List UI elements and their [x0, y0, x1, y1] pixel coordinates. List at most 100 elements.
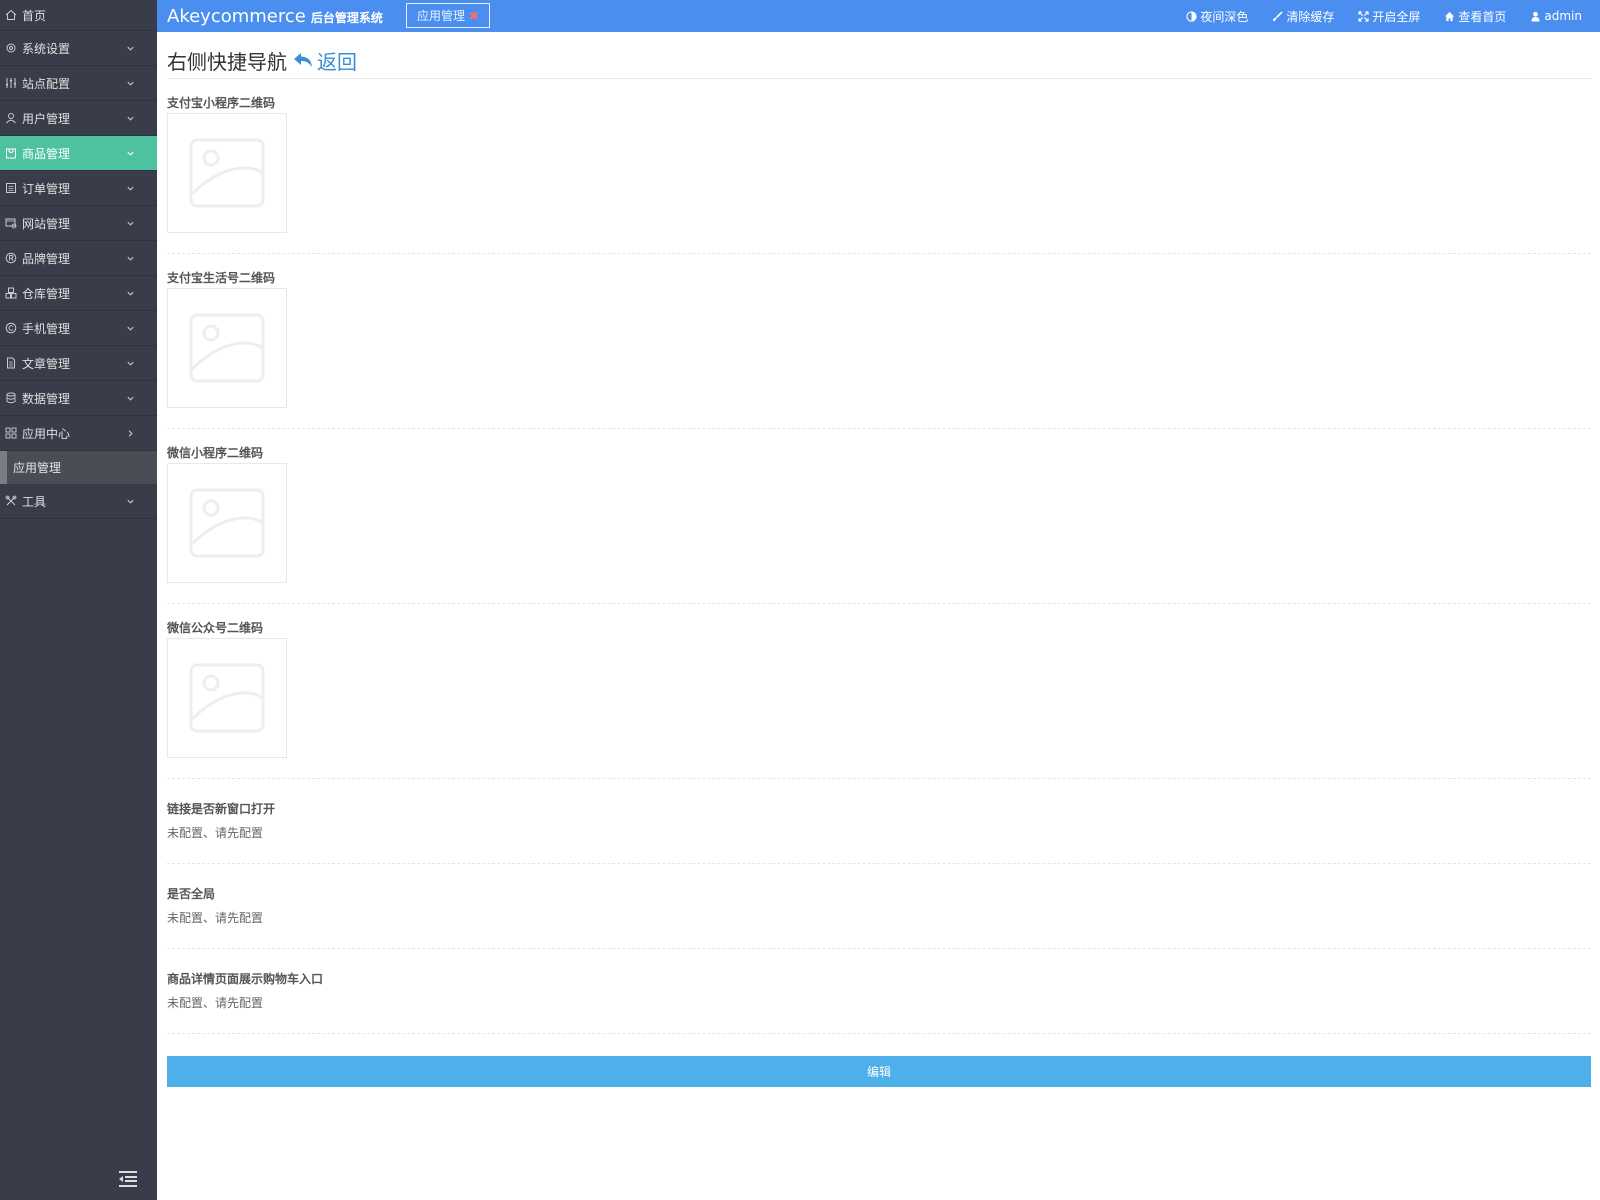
field-alipay-mini-qr: 支付宝小程序二维码 — [167, 79, 1591, 254]
home-icon — [4, 8, 18, 22]
sidebar-item-article-management[interactable]: 文章管理 — [0, 346, 157, 381]
sidebar-item-label: 仓库管理 — [22, 286, 71, 301]
field-label: 微信公众号二维码 — [167, 621, 264, 635]
sidebar-item-label: 首页 — [22, 8, 47, 23]
qr-image-placeholder — [167, 113, 287, 233]
brand-name: Akeycommerce — [167, 5, 306, 27]
view-home-button[interactable]: 查看首页 — [1444, 8, 1506, 25]
edit-button[interactable]: 编辑 — [167, 1056, 1591, 1087]
sidebar-item-label: 手机管理 — [22, 321, 71, 336]
chevron-down-icon — [125, 393, 135, 403]
expand-icon — [1358, 10, 1370, 22]
sidebar-item-brand-management[interactable]: 品牌管理 — [0, 241, 157, 276]
chevron-down-icon — [125, 148, 135, 158]
chevron-down-icon — [125, 288, 135, 298]
field-label: 支付宝生活号二维码 — [167, 271, 276, 285]
field-wechat-mini-qr: 微信小程序二维码 — [167, 429, 1591, 604]
sidebar-item-data-management[interactable]: 数据管理 — [0, 381, 157, 416]
close-icon[interactable]: ✖ — [469, 9, 479, 23]
sidebar-item-website-management[interactable]: 网站管理 — [0, 206, 157, 241]
sidebar-item-user-management[interactable]: 用户管理 — [0, 101, 157, 136]
registered-icon — [4, 251, 18, 265]
field-label: 链接是否新窗口打开 — [167, 802, 276, 816]
user-icon — [1531, 11, 1541, 22]
sidebar-item-label: 用户管理 — [22, 111, 71, 126]
sidebar-item-label: 商品管理 — [22, 146, 71, 161]
sidebar-item-label: 工具 — [22, 494, 47, 509]
brush-icon — [1273, 10, 1284, 21]
sidebar-item-label: 订单管理 — [22, 181, 71, 196]
open-tab-app-management[interactable]: 应用管理 ✖ — [406, 3, 491, 28]
brand-logo: Akeycommerce 后台管理系统 — [167, 6, 383, 27]
grid-icon — [4, 426, 18, 440]
chevron-down-icon — [125, 496, 135, 506]
chevron-down-icon — [125, 78, 135, 88]
chevron-down-icon — [125, 253, 135, 263]
field-open-new-window: 链接是否新窗口打开 未配置、请先配置 — [167, 779, 1591, 864]
field-label: 商品详情页面展示购物车入口 — [167, 972, 324, 986]
list-icon — [4, 181, 18, 195]
fullscreen-button[interactable]: 开启全屏 — [1358, 8, 1420, 25]
qr-image-placeholder — [167, 288, 287, 408]
bag-icon — [4, 146, 18, 160]
image-placeholder-icon — [189, 313, 265, 383]
user-icon — [4, 111, 18, 125]
night-mode-label: 夜间深色 — [1200, 9, 1249, 24]
back-label: 返回 — [317, 49, 357, 74]
chevron-down-icon — [125, 113, 135, 123]
chevron-down-icon — [125, 323, 135, 333]
clear-cache-button[interactable]: 清除缓存 — [1272, 8, 1334, 25]
field-label: 支付宝小程序二维码 — [167, 96, 276, 110]
field-label: 微信小程序二维码 — [167, 446, 264, 460]
browser-icon — [4, 216, 18, 230]
qr-image-placeholder — [167, 463, 287, 583]
page-title: 右侧快捷导航 — [167, 49, 287, 74]
field-label: 是否全局 — [167, 887, 216, 901]
file-icon — [4, 356, 18, 370]
chevron-right-icon — [125, 428, 135, 438]
sidebar: 首页 系统设置 站点配置 用户管理 商品管理 订单管理 网站管理 品牌管理 仓库… — [0, 0, 157, 1200]
sidebar-subitem-app-management[interactable]: 应用管理 — [0, 451, 157, 484]
sidebar-item-label: 应用中心 — [22, 426, 71, 441]
sidebar-item-label: 网站管理 — [22, 216, 71, 231]
tools-icon — [4, 494, 18, 508]
copyright-icon — [4, 321, 18, 335]
main-content: 右侧快捷导航 返回 支付宝小程序二维码 支付宝生活号二维码 微信小程序二维码 微… — [167, 32, 1591, 1087]
field-is-global: 是否全局 未配置、请先配置 — [167, 864, 1591, 949]
database-icon — [4, 391, 18, 405]
chevron-down-icon — [125, 358, 135, 368]
qr-image-placeholder — [167, 638, 287, 758]
reply-icon — [294, 53, 312, 67]
sidebar-item-tools[interactable]: 工具 — [0, 484, 157, 519]
brand-subtitle: 后台管理系统 — [310, 10, 383, 25]
sidebar-item-product-management[interactable]: 商品管理 — [0, 136, 157, 171]
chevron-down-icon — [125, 43, 135, 53]
gear-icon — [4, 41, 18, 55]
sidebar-item-app-center[interactable]: 应用中心 — [0, 416, 157, 451]
sidebar-item-mobile-management[interactable]: 手机管理 — [0, 311, 157, 346]
sidebar-item-site-config[interactable]: 站点配置 — [0, 66, 157, 101]
sidebar-item-warehouse-management[interactable]: 仓库管理 — [0, 276, 157, 311]
clear-cache-label: 清除缓存 — [1286, 9, 1335, 24]
night-mode-button[interactable]: 夜间深色 — [1186, 8, 1248, 25]
page-header: 右侧快捷导航 返回 — [167, 32, 1591, 79]
field-alipay-life-qr: 支付宝生活号二维码 — [167, 254, 1591, 429]
sidebar-item-label: 文章管理 — [22, 356, 71, 371]
admin-user-menu[interactable]: admin — [1530, 9, 1582, 23]
sidebar-item-label: 品牌管理 — [22, 251, 71, 266]
field-value: 未配置、请先配置 — [167, 826, 264, 840]
image-placeholder-icon — [189, 138, 265, 208]
home-icon — [1445, 11, 1455, 21]
image-placeholder-icon — [189, 488, 265, 558]
back-link[interactable]: 返回 — [293, 46, 357, 75]
sidebar-item-system-settings[interactable]: 系统设置 — [0, 31, 157, 66]
boxes-icon — [4, 286, 18, 300]
field-value: 未配置、请先配置 — [167, 911, 264, 925]
field-cart-entry: 商品详情页面展示购物车入口 未配置、请先配置 — [167, 949, 1591, 1034]
sidebar-item-label: 系统设置 — [22, 41, 71, 56]
field-value: 未配置、请先配置 — [167, 996, 264, 1010]
field-wechat-official-qr: 微信公众号二维码 — [167, 604, 1591, 779]
collapse-menu-icon[interactable] — [117, 1170, 139, 1188]
sidebar-item-order-management[interactable]: 订单管理 — [0, 171, 157, 206]
sidebar-item-home[interactable]: 首页 — [0, 0, 157, 31]
